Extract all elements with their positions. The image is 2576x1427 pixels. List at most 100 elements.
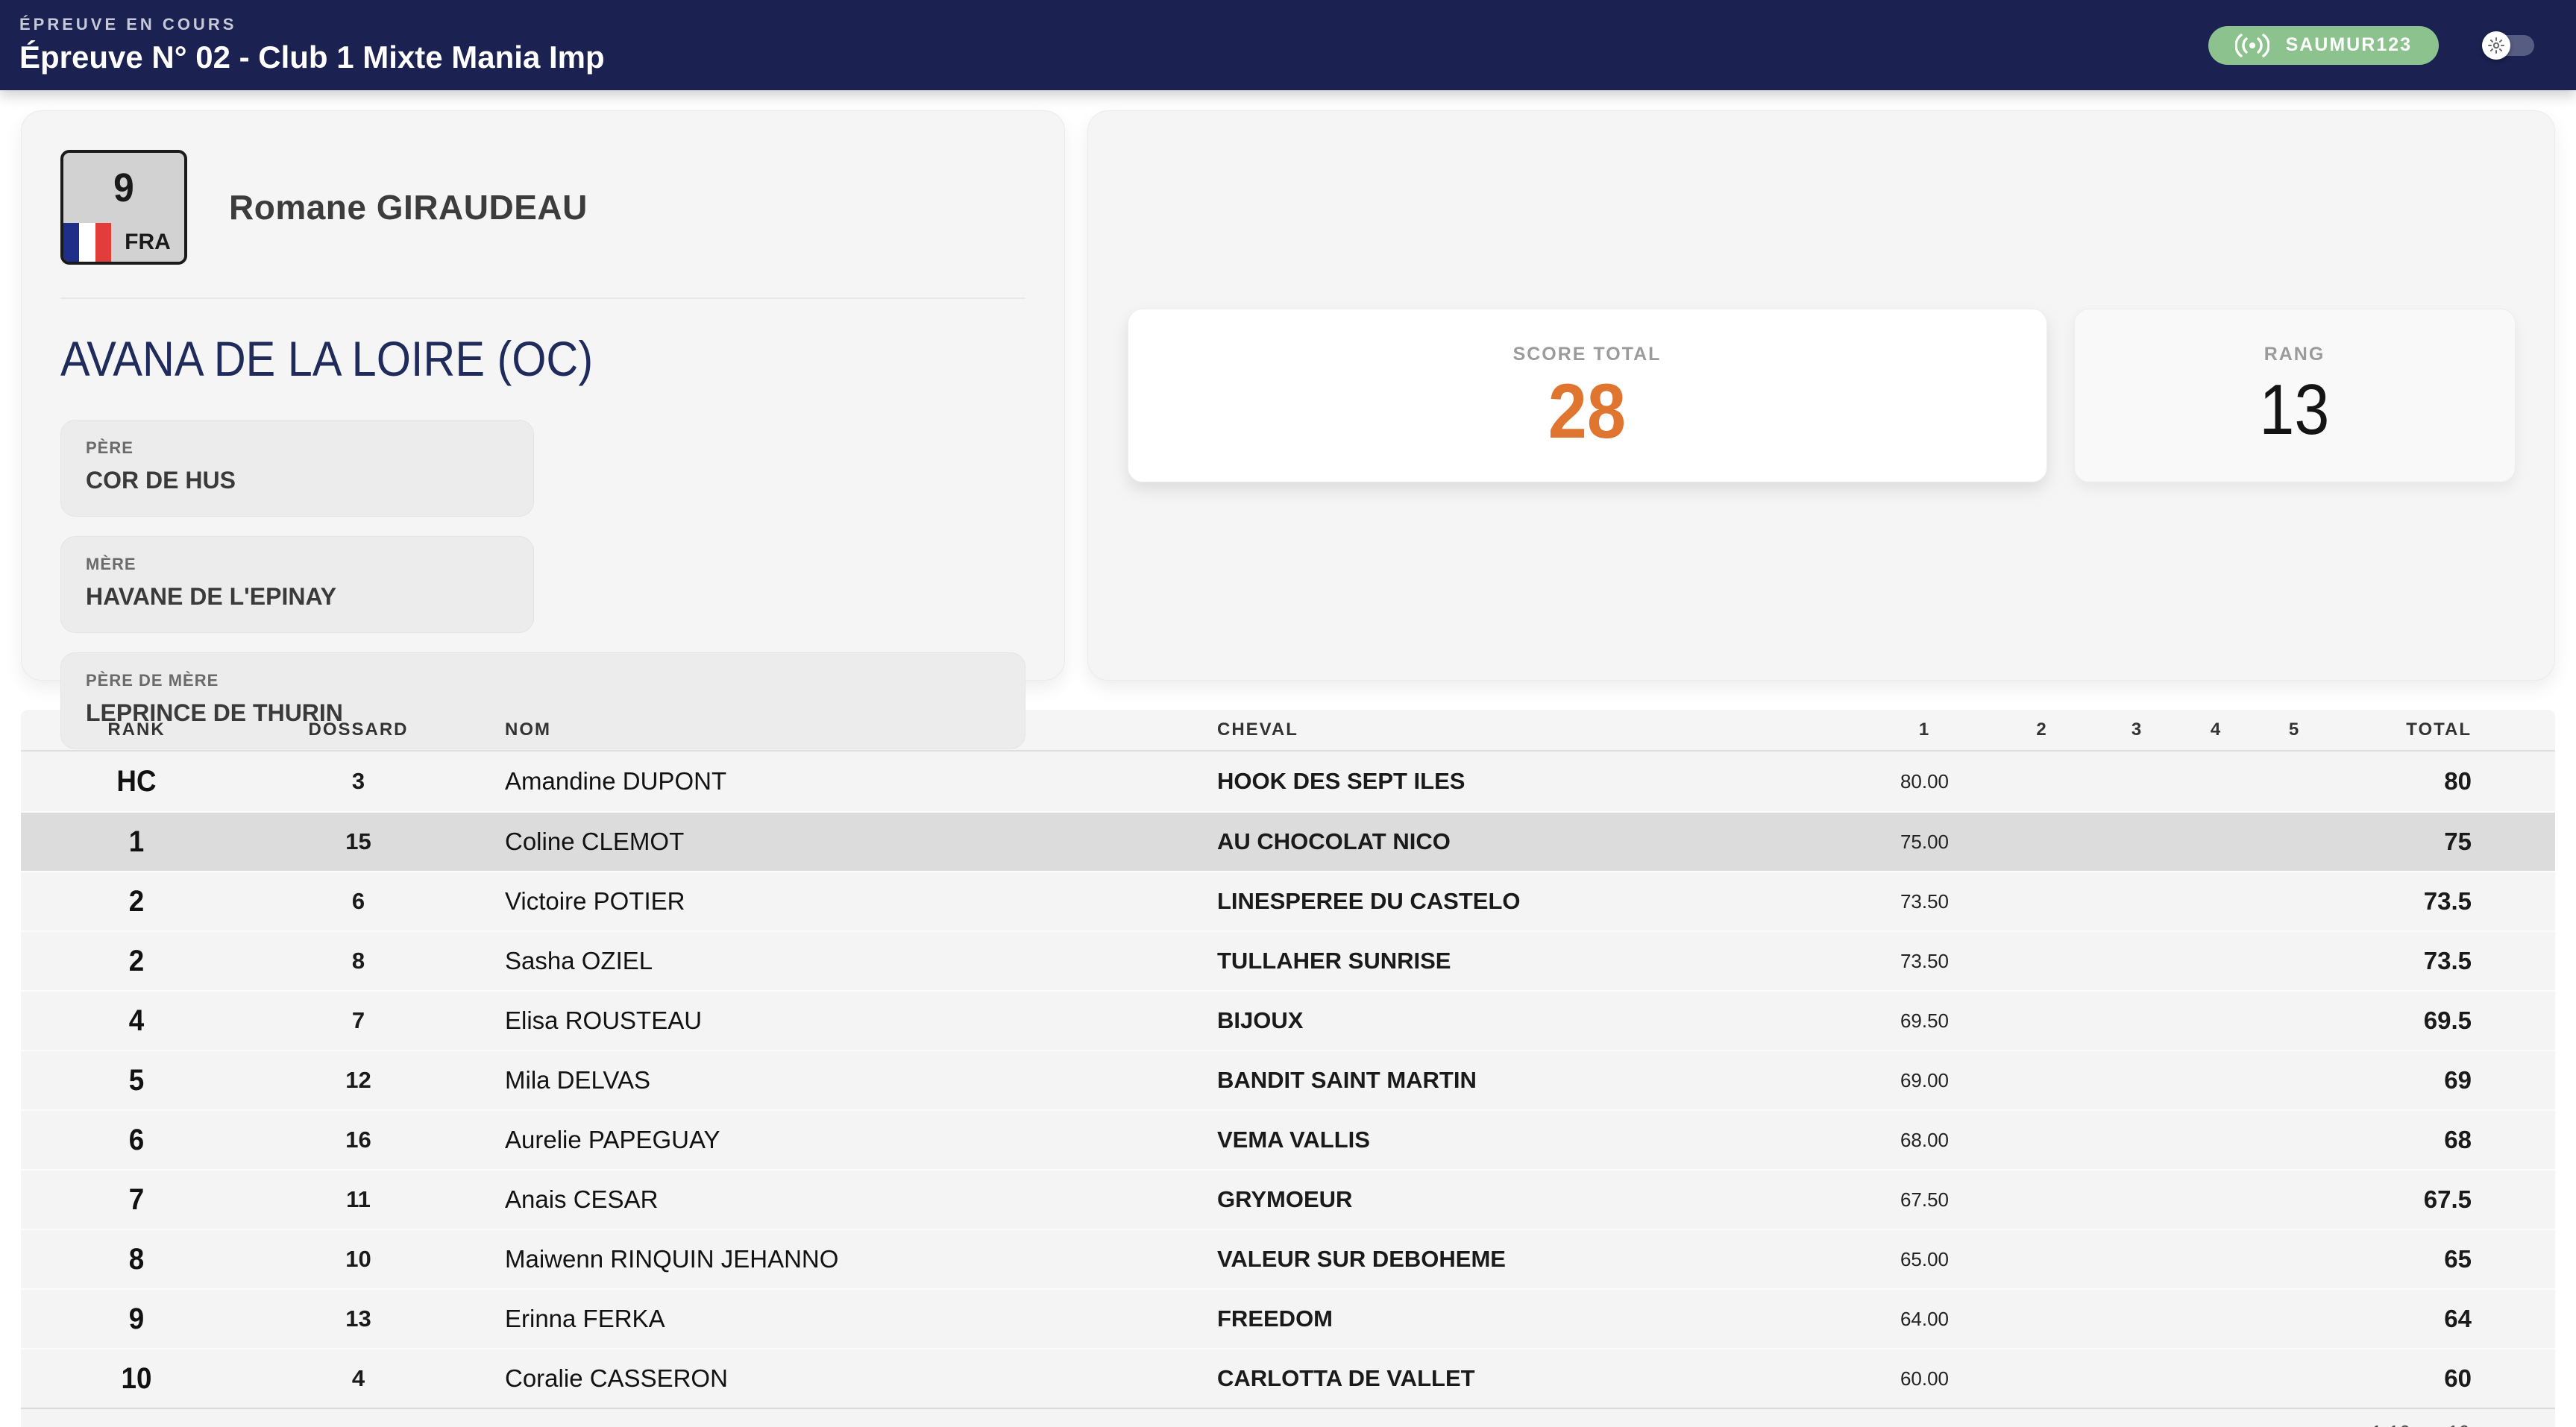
cards-row: 9 FRA Romane GIRAUDEAU AVANA DE LA LOIRE…	[21, 110, 2555, 681]
cell-score-1: 60.00	[1863, 1367, 1986, 1390]
cell-score-1: 80.00	[1863, 770, 1986, 793]
rider-identity: 9 FRA Romane GIRAUDEAU	[60, 150, 1025, 265]
pedigree-dam-value: HAVANE DE L'EPINAY	[86, 583, 509, 611]
col-header-rank: RANK	[21, 719, 252, 740]
bib-country-row: FRA	[63, 223, 184, 262]
cell-score-1: 68.00	[1863, 1129, 1986, 1152]
pedigree-dam: MÈRE HAVANE DE L'EPINAY	[60, 536, 534, 633]
col-header-dossard: DOSSARD	[252, 719, 465, 740]
cell-cheval: HOOK DES SEPT ILES	[1199, 768, 1863, 795]
col-header-total: TOTAL	[2333, 719, 2554, 740]
cell-total: 73.5	[2333, 887, 2554, 916]
cell-cheval: AU CHOCOLAT NICO	[1199, 828, 1863, 855]
cell-dossard: 6	[252, 888, 465, 915]
rank-label: RANG	[2264, 344, 2325, 365]
cell-rank: 2	[30, 945, 242, 978]
broadcast-icon	[2235, 34, 2269, 57]
pagination: 1-16 sur 16	[21, 1408, 2555, 1427]
bib-number: 9	[68, 153, 179, 223]
cell-nom: Sasha OZIEL	[465, 947, 1199, 975]
bib-badge: 9 FRA	[60, 150, 187, 265]
cell-cheval: VALEUR SUR DEBOHEME	[1199, 1246, 1863, 1273]
cell-dossard: 12	[252, 1067, 465, 1094]
main-content: 9 FRA Romane GIRAUDEAU AVANA DE LA LOIRE…	[0, 90, 2576, 1427]
pedigree-sire: PÈRE COR DE HUS	[60, 420, 534, 517]
cell-dossard: 4	[252, 1365, 465, 1392]
pedigree-section: PÈRE COR DE HUS MÈRE HAVANE DE L'EPINAY …	[60, 420, 1025, 749]
cell-total: 80	[2333, 767, 2554, 796]
cell-nom: Victoire POTIER	[465, 887, 1199, 916]
col-header-cheval: CHEVAL	[1199, 719, 1863, 740]
cell-dossard: 15	[252, 828, 465, 855]
table-row[interactable]: 6 16 Aurelie PAPEGUAY VEMA VALLIS 68.00 …	[21, 1109, 2555, 1169]
col-header-nom: NOM	[465, 719, 1199, 740]
cell-dossard: 16	[252, 1127, 465, 1153]
table-row[interactable]: 10 4 Coralie CASSERON CARLOTTA DE VALLET…	[21, 1348, 2555, 1408]
pedigree-sire-label: PÈRE	[86, 438, 509, 458]
cell-score-1: 65.00	[1863, 1248, 1986, 1271]
cell-cheval: CARLOTTA DE VALLET	[1199, 1365, 1863, 1392]
score-total-card: SCORE TOTAL 28	[1128, 309, 2047, 482]
live-badge-label: SAUMUR123	[2286, 34, 2412, 56]
cell-rank: 4	[30, 1004, 242, 1038]
cell-cheval: BANDIT SAINT MARTIN	[1199, 1067, 1863, 1094]
topbar: ÉPREUVE EN COURS Épreuve N° 02 - Club 1 …	[0, 0, 2576, 90]
pedigree-dam-label: MÈRE	[86, 555, 509, 574]
rank-card: RANG 13	[2074, 309, 2516, 482]
topbar-actions: SAUMUR123	[2208, 26, 2534, 65]
cell-cheval: TULLAHER SUNRISE	[1199, 948, 1863, 974]
cell-nom: Anais CESAR	[465, 1185, 1199, 1214]
event-status-label: ÉPREUVE EN COURS	[19, 15, 605, 34]
cell-score-1: 69.50	[1863, 1009, 1986, 1033]
cell-score-1: 75.00	[1863, 831, 1986, 854]
cell-nom: Erinna FERKA	[465, 1305, 1199, 1333]
cell-cheval: FREEDOM	[1199, 1305, 1863, 1332]
cell-score-1: 67.50	[1863, 1188, 1986, 1212]
cell-nom: Coralie CASSERON	[465, 1364, 1199, 1393]
theme-toggle[interactable]	[2482, 31, 2534, 60]
col-header-1: 1	[1863, 719, 1986, 740]
cell-dossard: 7	[252, 1007, 465, 1034]
table-row[interactable]: HC 3 Amandine DUPONT HOOK DES SEPT ILES …	[21, 752, 2555, 811]
cell-rank: 10	[30, 1362, 242, 1396]
cell-cheval: GRYMOEUR	[1199, 1186, 1863, 1213]
table-row[interactable]: 8 10 Maiwenn RINQUIN JEHANNO VALEUR SUR …	[21, 1229, 2555, 1288]
table-row[interactable]: 7 11 Anais CESAR GRYMOEUR 67.50 67.5	[21, 1169, 2555, 1229]
page-title: Épreuve N° 02 - Club 1 Mixte Mania Imp	[19, 40, 605, 75]
divider	[60, 297, 1025, 299]
france-flag-icon	[63, 223, 111, 262]
cell-dossard: 10	[252, 1246, 465, 1273]
table-row[interactable]: 9 13 Erinna FERKA FREEDOM 64.00 64	[21, 1288, 2555, 1348]
cell-total: 69	[2333, 1066, 2554, 1094]
results-table: RANK DOSSARD NOM CHEVAL 1 2 3 4 5 TOTAL …	[21, 710, 2555, 1427]
cell-nom: Mila DELVAS	[465, 1066, 1199, 1094]
cell-cheval: VEMA VALLIS	[1199, 1127, 1863, 1153]
table-row-highlighted[interactable]: 1 15 Coline CLEMOT AU CHOCOLAT NICO 75.0…	[21, 811, 2555, 871]
cell-cheval: BIJOUX	[1199, 1007, 1863, 1034]
cell-rank: 6	[30, 1124, 242, 1157]
score-panel: SCORE TOTAL 28 RANG 13	[1087, 110, 2555, 681]
rank-value: 13	[2260, 365, 2330, 455]
cell-nom: Coline CLEMOT	[465, 828, 1199, 856]
cell-total: 69.5	[2333, 1007, 2554, 1035]
pedigree-damsire-label: PÈRE DE MÈRE	[86, 671, 1000, 690]
table-row[interactable]: 5 12 Mila DELVAS BANDIT SAINT MARTIN 69.…	[21, 1050, 2555, 1109]
live-badge[interactable]: SAUMUR123	[2208, 26, 2439, 65]
cell-total: 67.5	[2333, 1185, 2554, 1214]
pedigree-sire-value: COR DE HUS	[86, 467, 509, 494]
cell-score-1: 73.50	[1863, 890, 1986, 913]
table-row[interactable]: 4 7 Elisa ROUSTEAU BIJOUX 69.50 69.5	[21, 990, 2555, 1050]
cell-dossard: 11	[252, 1186, 465, 1213]
cell-total: 75	[2333, 828, 2554, 856]
cell-score-1: 64.00	[1863, 1308, 1986, 1331]
table-row[interactable]: 2 6 Victoire POTIER LINESPEREE DU CASTEL…	[21, 871, 2555, 930]
cell-rank: 8	[30, 1243, 242, 1276]
cell-cheval: LINESPEREE DU CASTELO	[1199, 888, 1863, 915]
score-total-label: SCORE TOTAL	[1513, 344, 1662, 365]
cell-score-1: 69.00	[1863, 1069, 1986, 1092]
cell-total: 73.5	[2333, 947, 2554, 975]
cell-rank: 9	[30, 1302, 242, 1336]
rider-card: 9 FRA Romane GIRAUDEAU AVANA DE LA LOIRE…	[21, 110, 1065, 681]
cell-dossard: 3	[252, 768, 465, 795]
table-row[interactable]: 2 8 Sasha OZIEL TULLAHER SUNRISE 73.50 7…	[21, 930, 2555, 990]
